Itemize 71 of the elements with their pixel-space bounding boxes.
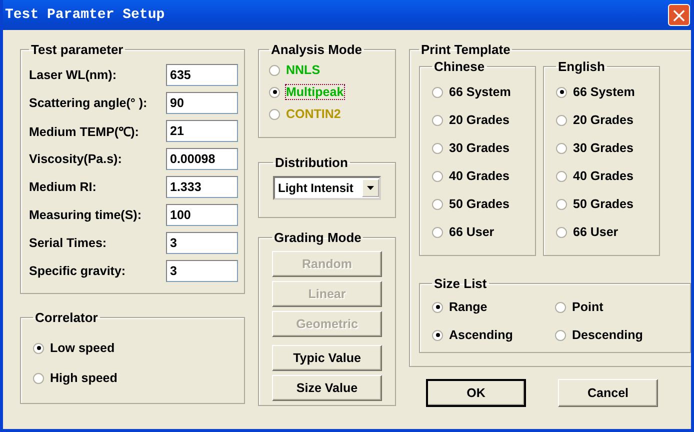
group-title: Correlator bbox=[34, 310, 99, 325]
radio-button[interactable] bbox=[269, 64, 280, 76]
field-label: Serial Times: bbox=[29, 236, 107, 250]
radio-button[interactable] bbox=[556, 114, 567, 126]
close-button[interactable]: × bbox=[668, 4, 690, 26]
field-label: Laser WL(nm): bbox=[29, 68, 116, 82]
field-label: Viscosity(Pa.s): bbox=[29, 152, 122, 166]
radio-label[interactable]: 20 Grades bbox=[449, 113, 510, 127]
radio-button[interactable] bbox=[556, 226, 567, 238]
input-field[interactable]: 1.333 bbox=[166, 176, 238, 198]
ok-button[interactable]: OK bbox=[426, 379, 526, 407]
radio-label[interactable]: High speed bbox=[50, 371, 118, 385]
radio-label[interactable]: 66 User bbox=[573, 225, 618, 239]
grading-button[interactable]: Size Value bbox=[272, 375, 382, 401]
radio-label[interactable]: 66 User bbox=[449, 225, 494, 239]
window-title: Test Paramter Setup bbox=[5, 7, 165, 23]
radio-button[interactable] bbox=[556, 86, 567, 98]
field-label: Medium TEMP(℃): bbox=[29, 124, 139, 140]
group-title: English bbox=[557, 59, 606, 74]
input-field[interactable]: 635 bbox=[166, 64, 238, 86]
radio-label[interactable]: Descending bbox=[572, 328, 643, 342]
radio-label[interactable]: 66 System bbox=[449, 85, 511, 99]
group-title: Size List bbox=[433, 276, 488, 291]
radio-label[interactable]: Range bbox=[449, 300, 488, 314]
group-title: Distribution bbox=[274, 155, 349, 170]
input-field[interactable]: 100 bbox=[166, 204, 238, 226]
radio-button[interactable] bbox=[269, 108, 280, 120]
radio-label[interactable]: 50 Grades bbox=[573, 197, 634, 211]
group-title: Test parameter bbox=[30, 42, 124, 57]
input-field[interactable]: 90 bbox=[166, 92, 238, 114]
radio-label[interactable]: 20 Grades bbox=[573, 113, 634, 127]
input-field[interactable]: 0.00098 bbox=[166, 148, 238, 170]
radio-button[interactable] bbox=[432, 226, 443, 238]
radio-label[interactable]: Ascending bbox=[449, 328, 513, 342]
radio-button[interactable] bbox=[555, 330, 566, 340]
radio-button[interactable] bbox=[432, 114, 443, 126]
field-label: Scattering angle(° ): bbox=[29, 96, 148, 110]
radio-button[interactable] bbox=[269, 86, 280, 98]
group-title: Analysis Mode bbox=[270, 42, 364, 57]
radio-label[interactable]: 30 Grades bbox=[449, 141, 510, 155]
input-field[interactable]: 21 bbox=[166, 120, 238, 142]
radio-button[interactable] bbox=[432, 170, 443, 182]
group-title: Print Template bbox=[420, 42, 512, 57]
radio-button[interactable] bbox=[33, 342, 44, 354]
radio-button[interactable] bbox=[556, 170, 567, 182]
field-label: Specific gravity: bbox=[29, 264, 126, 278]
radio-label[interactable]: Point bbox=[572, 300, 604, 314]
radio-label[interactable]: 40 Grades bbox=[449, 169, 510, 183]
input-field[interactable]: 3 bbox=[166, 260, 238, 282]
radio-label[interactable]: 66 System bbox=[573, 85, 635, 99]
radio-label[interactable]: Low speed bbox=[50, 341, 115, 355]
field-label: Measuring time(S): bbox=[29, 208, 142, 222]
group-title: Grading Mode bbox=[273, 230, 362, 245]
radio-button[interactable] bbox=[555, 302, 566, 312]
radio-label[interactable]: 40 Grades bbox=[573, 169, 634, 183]
radio-button[interactable] bbox=[432, 302, 443, 312]
radio-button[interactable] bbox=[432, 198, 443, 210]
cancel-button[interactable]: Cancel bbox=[558, 379, 658, 407]
radio-button[interactable] bbox=[432, 330, 443, 340]
radio-button[interactable] bbox=[33, 372, 44, 384]
radio-button[interactable] bbox=[432, 142, 443, 154]
dropdown[interactable]: Light Intensit bbox=[273, 176, 381, 200]
radio-label[interactable]: 30 Grades bbox=[573, 141, 634, 155]
input-field[interactable]: 3 bbox=[166, 232, 238, 254]
radio-label[interactable]: 50 Grades bbox=[449, 197, 510, 211]
radio-button[interactable] bbox=[556, 198, 567, 210]
field-label: Medium RI: bbox=[29, 180, 96, 194]
radio-button[interactable] bbox=[432, 86, 443, 98]
group-title: Chinese bbox=[433, 59, 486, 74]
grading-button[interactable]: Typic Value bbox=[272, 345, 382, 371]
radio-button[interactable] bbox=[556, 142, 567, 154]
